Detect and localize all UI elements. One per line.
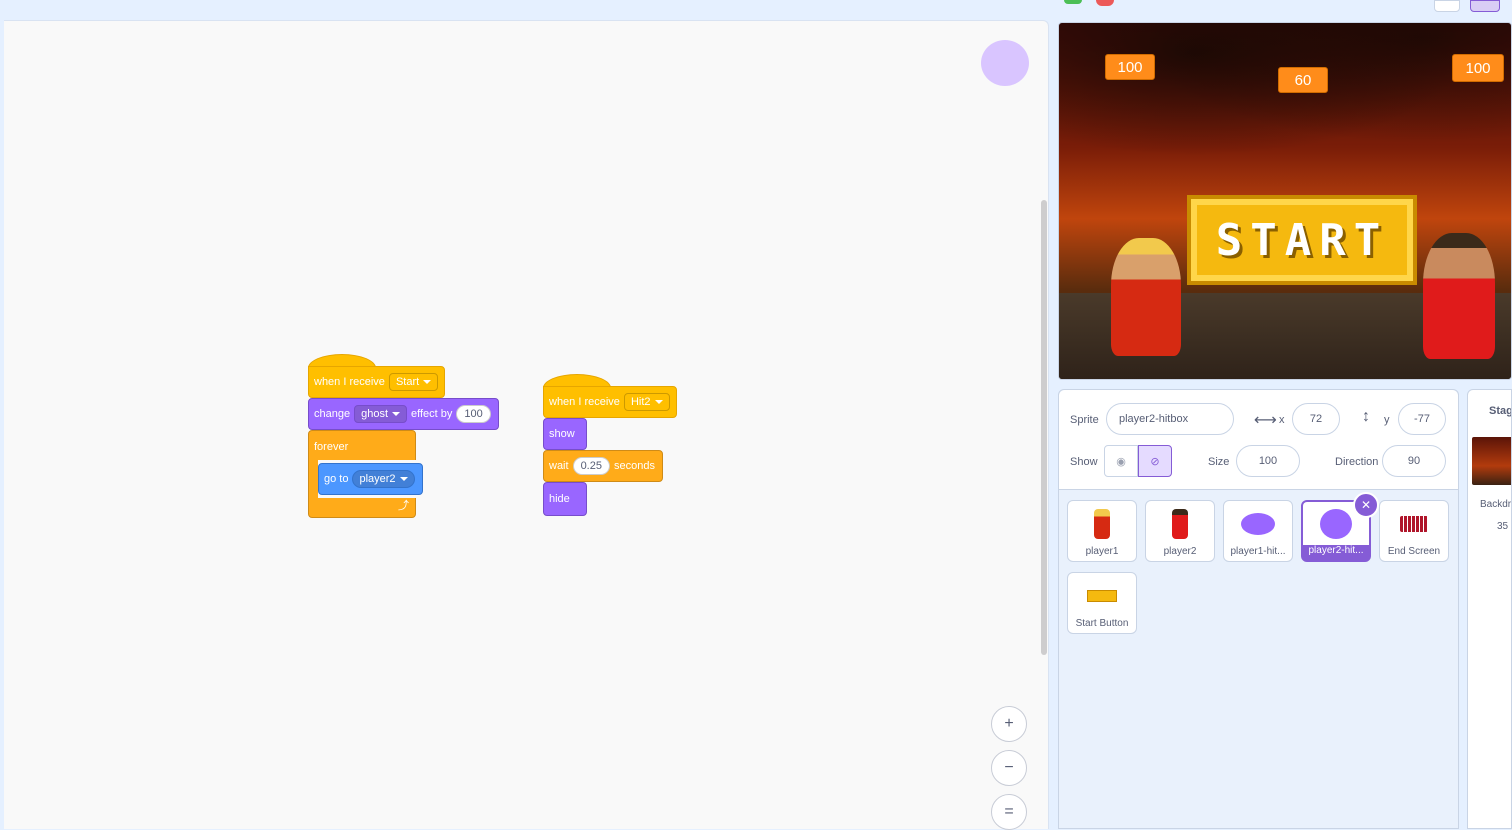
sprite-tile-player2[interactable]: player2 (1145, 500, 1215, 562)
trash-icon: ✕ (1360, 498, 1372, 512)
stage[interactable]: 100 60 100 START (1058, 22, 1512, 380)
wait-value-input[interactable]: 0.25 (572, 457, 610, 475)
message-dropdown[interactable]: Hit2 (623, 393, 670, 411)
top-bar (0, 0, 1512, 20)
when-i-receive-block[interactable]: when I receive Start (308, 366, 445, 398)
sprite-tile-player1[interactable]: player1 (1067, 500, 1137, 562)
block-label: hide (549, 493, 570, 505)
sprite-label: Sprite (1070, 414, 1099, 426)
show-label: Show (1070, 456, 1098, 468)
block-label: show (549, 428, 575, 440)
sprite-name: End Screen (1387, 546, 1441, 557)
sprite-panel: Sprite player2-hitbox ⟷ x 72 ↕ y -77 Sho… (1058, 389, 1459, 829)
wait-block[interactable]: wait 0.25 seconds (543, 450, 663, 482)
x-label: x (1279, 414, 1285, 426)
end-screen-thumbnail (1380, 501, 1448, 546)
sprite-tile-start-button[interactable]: Start Button (1067, 572, 1137, 634)
show-hidden-button[interactable]: ⊘ (1138, 445, 1172, 477)
y-label: y (1384, 414, 1390, 426)
player1-thumbnail (1068, 501, 1136, 546)
sprite-name: Start Button (1075, 618, 1129, 629)
backdrop-thumbnail (1472, 437, 1511, 485)
sprite-tile-end-screen[interactable]: End Screen (1379, 500, 1449, 562)
block-label: go to (324, 473, 349, 485)
y-arrows-icon: ↕ (1362, 408, 1370, 425)
eye-hidden-icon: ⊘ (1150, 455, 1160, 468)
block-label: seconds (613, 460, 655, 472)
player2-fighter (1423, 233, 1495, 359)
x-arrows-icon: ⟷ (1254, 412, 1277, 429)
zoom-out-button[interactable]: − (991, 750, 1027, 786)
eye-icon: ◉ (1116, 455, 1126, 468)
sprite-name: player1-hit... (1230, 546, 1286, 557)
small-stage-icon[interactable] (1434, 0, 1460, 12)
block-label: wait (549, 460, 569, 472)
stage-title: Stag (1489, 405, 1512, 417)
effect-value-input[interactable]: 100 (456, 405, 491, 423)
message-dropdown[interactable]: Start (388, 373, 439, 391)
sprite-name: player2-hit... (1308, 545, 1364, 556)
code-area-scrollbar[interactable] (1041, 200, 1047, 655)
change-effect-block[interactable]: change ghost effect by 100 (308, 398, 499, 430)
player1-health: 100 (1105, 54, 1155, 80)
x-input[interactable]: 72 (1292, 403, 1340, 435)
delete-sprite-button[interactable]: ✕ (1353, 492, 1379, 518)
sprite-name: player1 (1085, 546, 1119, 557)
size-input[interactable]: 100 (1236, 445, 1300, 477)
block-label: effect by (411, 408, 453, 420)
loop-arrow-icon: ⤴ (398, 500, 409, 512)
zoom-reset-icon: = (1004, 803, 1014, 820)
start-button-thumbnail (1068, 573, 1136, 618)
sprite-tile-player1-hitbox[interactable]: player1-hit... (1223, 500, 1293, 562)
player2-thumbnail (1146, 501, 1214, 546)
block-label: when I receive (549, 396, 620, 408)
effect-dropdown[interactable]: ghost (354, 405, 408, 423)
backdrops-count: 35 (1497, 521, 1509, 532)
direction-input[interactable]: 90 (1382, 445, 1446, 477)
chevron-down-icon (423, 380, 432, 384)
zoom-out-icon: − (1004, 759, 1014, 776)
show-visible-button[interactable]: ◉ (1104, 445, 1138, 477)
green-flag-icon[interactable] (1064, 0, 1082, 4)
backdrops-label: Backdr (1480, 499, 1512, 510)
block-label: forever (314, 441, 349, 453)
sprite-name: player2 (1163, 546, 1197, 557)
timer: 60 (1278, 67, 1328, 93)
show-block[interactable]: show (543, 418, 587, 450)
chevron-down-icon (392, 412, 401, 416)
sprite-info: Sprite player2-hitbox ⟷ x 72 ↕ y -77 Sho… (1059, 390, 1458, 490)
when-i-receive-block[interactable]: when I receive Hit2 (543, 386, 677, 418)
zoom-in-button[interactable]: + (991, 706, 1027, 742)
block-label: change (314, 408, 351, 420)
chevron-down-icon (399, 477, 408, 481)
start-button-sprite[interactable]: START (1187, 195, 1417, 285)
size-label: Size (1208, 456, 1230, 468)
direction-label: Direction (1335, 456, 1379, 468)
hide-block[interactable]: hide (543, 482, 587, 516)
zoom-reset-button[interactable]: = (991, 794, 1027, 830)
large-stage-icon[interactable] (1470, 0, 1500, 12)
current-sprite-indicator (981, 40, 1029, 86)
player1-hitbox-thumbnail (1224, 501, 1292, 546)
go-to-block[interactable]: go to player2 (318, 463, 423, 495)
dropdown-value: Start (395, 376, 420, 388)
chevron-down-icon (654, 400, 663, 404)
player1-fighter (1111, 238, 1181, 356)
block-label: when I receive (314, 376, 385, 388)
zoom-in-icon: + (1004, 715, 1014, 732)
sprite-tile-player2-hitbox[interactable]: player2-hit... ✕ (1301, 492, 1379, 562)
player2-health: 100 (1452, 54, 1504, 82)
tree-silhouette (1059, 23, 1511, 173)
y-input[interactable]: -77 (1398, 403, 1446, 435)
sprite-name-input[interactable]: player2-hitbox (1106, 403, 1234, 435)
dropdown-value: ghost (361, 408, 389, 420)
goto-target-dropdown[interactable]: player2 (352, 470, 415, 488)
code-area[interactable] (4, 20, 1049, 829)
dropdown-value: Hit2 (630, 396, 651, 408)
stage-selector[interactable]: Stag Backdr 35 (1467, 389, 1512, 829)
stop-icon[interactable] (1096, 0, 1114, 6)
dropdown-value: player2 (359, 473, 396, 485)
